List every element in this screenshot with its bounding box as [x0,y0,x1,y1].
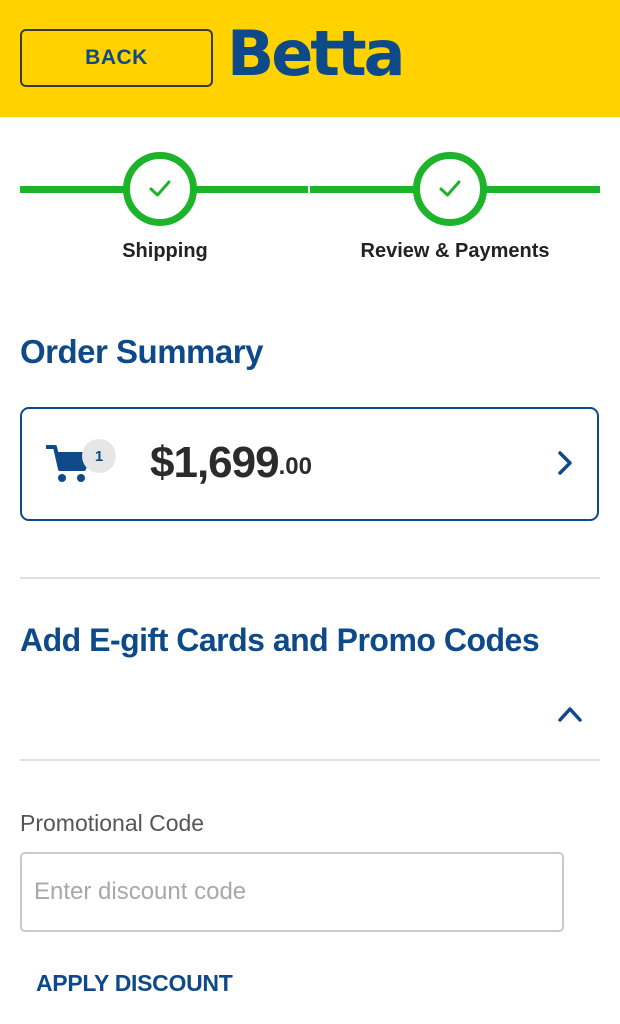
step-label-review-payments: Review & Payments [360,240,550,262]
order-total-price: $1,699.00 [150,437,312,489]
step-shipping-indicator [123,152,197,226]
order-summary-title: Order Summary [20,333,263,370]
checkout-progress-stepper: Shipping Review & Payments [20,150,600,270]
checkmark-icon [149,180,171,197]
promo-section-title[interactable]: Add E-gift Cards and Promo Codes [20,622,540,659]
discount-code-input[interactable] [20,852,564,932]
chevron-right-icon[interactable] [555,449,575,477]
betta-logo[interactable]: Betta [227,18,405,90]
price-dollars: $1,699 [150,438,280,487]
back-button[interactable]: BACK [20,29,213,87]
section-divider [20,577,600,579]
promotional-code-label: Promotional Code [20,810,205,836]
order-summary-card[interactable]: 1 $1,699.00 [20,407,599,521]
checkmark-icon [439,180,461,197]
price-cents: .00 [278,453,312,480]
section-divider [20,759,600,761]
apply-discount-button[interactable]: APPLY DISCOUNT [36,970,233,997]
cart-count-badge: 1 [82,439,116,473]
chevron-up-icon[interactable] [557,704,583,724]
site-header: BACK Betta [0,0,620,117]
step-review-payments-indicator [413,152,487,226]
step-label-shipping: Shipping [122,240,208,262]
